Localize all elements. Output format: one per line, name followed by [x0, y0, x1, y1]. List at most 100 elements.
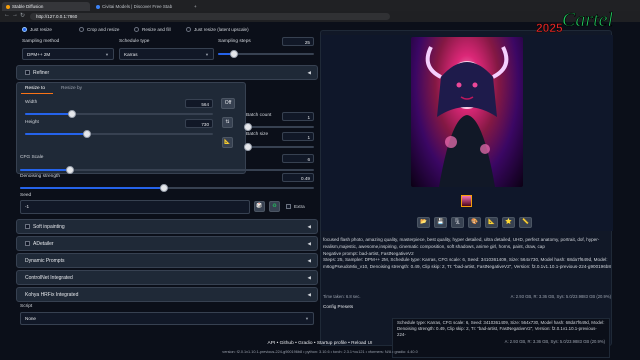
controlnet-accordion[interactable]: ControlNet Integrated ◀ [16, 270, 318, 285]
slider-thumb[interactable] [244, 123, 252, 131]
tab-resize-by[interactable]: Resize by [61, 86, 82, 91]
save-icon[interactable]: 💾 [434, 217, 447, 228]
sampling-steps-slider[interactable] [218, 50, 314, 58]
schedule-type-select[interactable]: Karras ▼ [119, 48, 214, 60]
denoising-input[interactable]: 0.49 [282, 173, 314, 182]
sampling-steps-input[interactable]: 25 [282, 37, 314, 46]
resize-panel: Resize to Resize by Width 564 Height 730… [16, 82, 246, 174]
radio-latent-upscale[interactable]: Just resize (latent upscale) [186, 27, 249, 33]
adetailer-checkbox[interactable] [25, 241, 30, 247]
vram-usage: A: 2.93 GB, R: 3.36 GB, Sys: 5.0/23.9883… [510, 294, 611, 299]
config-presets-label: Config Presets [323, 304, 354, 309]
slider-thumb[interactable] [68, 110, 76, 118]
output-panel: 📂 💾 🗜 🎨 📐 ⭐ 📏 focused flash photo, amazi… [320, 30, 613, 346]
version-info: version: f2.0.1v1.10.1-previous-224-g900… [222, 350, 418, 354]
chevron-down-icon: ▼ [205, 52, 209, 57]
cfg-scale-input[interactable]: 6 [282, 154, 314, 163]
zip-icon[interactable]: 🗜 [451, 217, 464, 228]
radio-just-resize[interactable]: Just resize [22, 27, 52, 33]
script-label: Script [20, 304, 33, 309]
generation-info: focused flash photo, amazing quality, ma… [323, 237, 611, 271]
height-input[interactable]: 730 [185, 119, 213, 128]
batch-size-label: Batch size [246, 132, 269, 137]
slider-thumb[interactable] [160, 184, 169, 192]
width-slider[interactable] [25, 110, 213, 118]
favicon-icon [6, 4, 10, 9]
dynamic-prompts-accordion[interactable]: Dynamic Prompts ◀ [16, 253, 318, 268]
radio-resize-fill[interactable]: Resize and fill [134, 27, 171, 33]
collapse-arrow-icon: ◀ [307, 258, 311, 263]
slider-fill [20, 187, 165, 189]
active-tab-underline [21, 93, 53, 94]
footer-links: API • Github • Gradio • Startup profile … [267, 341, 373, 346]
tab-resize-to[interactable]: Resize to [25, 86, 45, 91]
upscale-icon[interactable]: 📏 [519, 217, 532, 228]
reload-icon[interactable]: ↻ [20, 12, 25, 19]
refiner-accordion[interactable]: Refiner ◀ [16, 65, 318, 80]
slider-thumb[interactable] [83, 130, 92, 138]
radio-crop-resize[interactable]: Crop and resize [79, 27, 119, 33]
gallery-thumbnail[interactable] [461, 195, 472, 207]
send-to-inpaint-icon[interactable]: 📐 [485, 217, 498, 228]
radio-dot [134, 27, 139, 33]
footer-link-reload-ui[interactable]: Reload UI [351, 341, 372, 346]
collapse-arrow-icon: ◀ [307, 70, 311, 75]
settings-column: Just resize Crop and resize Resize and f… [16, 22, 318, 338]
sampling-method-label: Sampling method [22, 39, 60, 44]
output-gallery: 📂 💾 🗜 🎨 📐 ⭐ 📏 [321, 35, 613, 231]
collapse-arrow-icon: ◀ [307, 275, 311, 280]
slider-thumb[interactable] [244, 143, 252, 151]
back-icon[interactable]: ← [4, 12, 10, 18]
send-to-extras-icon[interactable]: ⭐ [502, 217, 515, 228]
radio-dot [186, 27, 191, 33]
aspect-ratio-icon[interactable]: 📐 [222, 137, 233, 148]
cfg-scale-slider[interactable] [20, 166, 314, 174]
denoising-slider[interactable] [20, 184, 314, 192]
height-slider[interactable] [25, 130, 213, 138]
adetailer-accordion[interactable]: ADetailer ◀ [16, 236, 318, 251]
forward-icon[interactable]: → [12, 12, 18, 18]
slider-thumb[interactable] [230, 50, 239, 58]
footer-link-gradio[interactable]: Gradio [298, 341, 312, 346]
logo-wordmark: Cartel [562, 9, 614, 31]
tab-civitai[interactable]: Civitai Models | Discover Free Stab [92, 2, 188, 11]
swap-dimensions-icon[interactable]: ⇅ [222, 117, 233, 128]
anime-girl-illustration [425, 46, 509, 187]
dice-icon[interactable]: 🎲 [254, 201, 265, 212]
tab-stable-diffusion[interactable]: Stable Diffusion [2, 2, 90, 11]
sampling-method-select[interactable]: DPM++ 2M ▼ [22, 48, 114, 60]
kohya-hrfix-accordion[interactable]: Kohya HRFix Integrated ◀ [16, 287, 318, 302]
footer-link-api[interactable]: API [268, 341, 276, 346]
seed-input[interactable]: -1 [20, 200, 250, 214]
generated-image[interactable] [411, 37, 523, 187]
recycle-icon[interactable]: ♻ [269, 201, 280, 212]
slider-thumb[interactable] [65, 166, 74, 174]
collapse-arrow-icon: ◀ [307, 224, 311, 229]
new-tab-button[interactable]: + [190, 2, 200, 11]
negative-prompt-text: Negative prompt: bad-artist, FastNegativ… [323, 250, 414, 256]
parameters-text: Steps: 25, Sampler: DPM++ 2M, Schedule t… [323, 257, 611, 270]
open-folder-icon[interactable]: 📂 [417, 217, 430, 228]
radio-dot [79, 27, 84, 33]
collapse-arrow-icon: ◀ [307, 241, 311, 246]
footer-link-github[interactable]: Github [280, 341, 294, 346]
chevron-down-icon: ▼ [305, 316, 309, 321]
radio-dot [22, 27, 27, 33]
soft-inpainting-accordion[interactable]: Soft inpainting ◀ [16, 219, 318, 234]
address-bar[interactable]: http://127.0.0.1:7860 [30, 13, 390, 20]
footer-link-startup-profile[interactable]: Startup profile [317, 341, 347, 346]
prompt-text: focused flash photo, amazing quality, ma… [323, 237, 600, 249]
batch-count-slider[interactable] [244, 123, 314, 131]
send-to-img2img-icon[interactable]: 🎨 [468, 217, 481, 228]
refiner-checkbox[interactable] [25, 70, 30, 76]
batch-size-input[interactable]: 1 [282, 132, 314, 141]
slider-fill [25, 133, 88, 135]
script-select[interactable]: None ▼ [20, 312, 314, 325]
batch-size-slider[interactable] [244, 143, 314, 151]
width-input[interactable]: 564 [185, 99, 213, 108]
soft-inpainting-checkbox[interactable] [25, 224, 30, 230]
batch-count-input[interactable]: 1 [282, 112, 314, 121]
off-button[interactable]: Off [221, 98, 235, 109]
extra-checkbox[interactable]: Extra [286, 204, 305, 210]
slider-fill [20, 169, 70, 171]
